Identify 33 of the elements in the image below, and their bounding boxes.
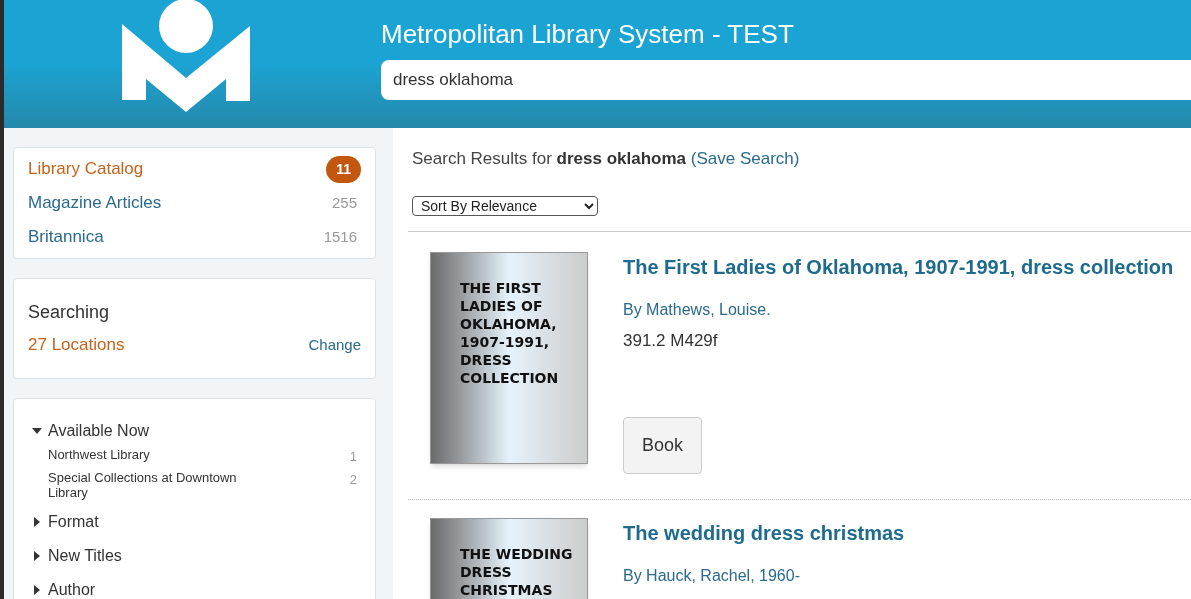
facet-toggle[interactable]: Author: [32, 578, 357, 599]
facet-toggle[interactable]: New Titles: [32, 544, 357, 568]
sort-dropdown[interactable]: Sort By Relevance: [412, 195, 598, 216]
facet-count: 1: [349, 447, 357, 466]
cover-title: THE WEDDING DRESS CHRISTMAS: [460, 545, 574, 599]
cover-title: THE FIRST LADIES OF OKLAHOMA, 1907-1991, DRESS COLLECTION: [460, 278, 560, 387]
author-link[interactable]: By Hauck, Rachel, 1960-: [623, 564, 800, 588]
call-number: 391.2 M429f: [623, 329, 718, 352]
facet-option[interactable]: Northwest Library: [48, 446, 263, 466]
count-label: 1516: [323, 226, 358, 247]
source-link[interactable]: Britannica: [28, 224, 104, 250]
format-button[interactable]: Book: [623, 417, 703, 474]
count-badge: 11: [326, 155, 361, 183]
book-cover[interactable]: THE WEDDING DRESS CHRISTMAS: [430, 518, 588, 599]
result-title[interactable]: The wedding dress christmas: [623, 518, 905, 548]
count-label: 255: [331, 192, 358, 213]
source-link[interactable]: Magazine Articles: [28, 190, 162, 216]
book-cover[interactable]: THE FIRST LADIES OF OKLAHOMA, 1907-1991, DRESS COLLECTION: [430, 251, 588, 464]
source-link[interactable]: Library Catalog: [28, 156, 144, 182]
change-link[interactable]: Change: [308, 333, 361, 356]
result-title[interactable]: The First Ladies of Oklahoma, 1907-1991, dress collection: [623, 251, 1174, 282]
facet-option[interactable]: Special Collections at Downtown Library: [48, 470, 263, 500]
facet-toggle[interactable]: Format: [32, 510, 357, 534]
facet-toggle[interactable]: Available Now: [32, 418, 357, 443]
facet-count: 2: [349, 471, 357, 489]
logo-icon: [121, 0, 252, 112]
results-heading: Search Results for dress oklahoma (Save Search): [411, 148, 801, 170]
locations-link[interactable]: 27 Locations: [28, 332, 125, 358]
searching-label: Searching: [28, 301, 111, 324]
site-title: Metropolitan Library System - TEST: [381, 18, 795, 50]
search-field[interactable]: dress oklahoma: [381, 60, 1191, 100]
save-search-link[interactable]: (Save Search): [690, 149, 800, 168]
author-link[interactable]: By Mathews, Louise.: [623, 297, 771, 322]
